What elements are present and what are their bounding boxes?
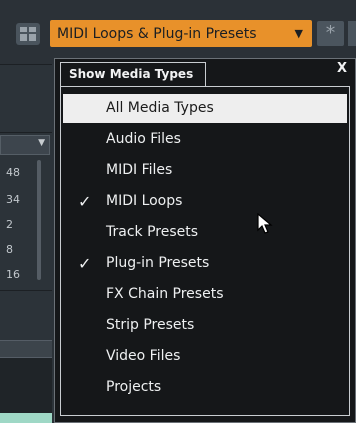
menu-item-video-files[interactable]: Video Files	[63, 342, 347, 371]
divider	[0, 132, 52, 133]
menu-item-label: MIDI Loops	[106, 193, 183, 209]
background-strip	[0, 413, 52, 423]
background-combo[interactable]: ▼	[0, 135, 50, 155]
media-types-dropdown[interactable]: MIDI Loops & Plug-in Presets ▼	[50, 20, 312, 47]
dropdown-arrow-icon: ▼	[294, 27, 303, 40]
menu-item-fx-chain-presets[interactable]: FX Chain Presets	[63, 280, 347, 309]
layout-grid-icon[interactable]	[16, 23, 40, 45]
menu-item-projects[interactable]: Projects	[63, 373, 347, 402]
background-value: 2	[6, 218, 13, 231]
close-icon[interactable]: X	[337, 61, 347, 76]
background-area	[0, 358, 52, 413]
menu-item-label: Track Presets	[106, 224, 199, 240]
background-value: 48	[6, 166, 20, 179]
background-scrollbar[interactable]	[37, 160, 41, 280]
background-toolbar	[0, 340, 52, 358]
background-value: 16	[6, 268, 20, 281]
checkmark-icon: ✓	[78, 192, 92, 211]
background-value: 8	[6, 243, 13, 256]
menu-item-label: Audio Files	[106, 131, 181, 147]
menu-item-midi-loops[interactable]: ✓ MIDI Loops	[63, 187, 347, 216]
media-types-dropdown-label: MIDI Loops & Plug-in Presets	[57, 25, 257, 42]
popup-header: Show Media Types X	[55, 59, 355, 86]
menu-item-plug-in-presets[interactable]: ✓ Plug-in Presets	[63, 249, 347, 278]
menu-item-label: FX Chain Presets	[106, 286, 224, 302]
popup-title: Show Media Types	[60, 62, 206, 86]
divider	[0, 64, 52, 65]
checkmark-icon: ✓	[78, 254, 92, 273]
menu-item-midi-files[interactable]: MIDI Files	[63, 156, 347, 185]
menu-item-label: Plug-in Presets	[106, 255, 210, 271]
media-types-list: All Media Types Audio Files MIDI Files ✓…	[60, 86, 350, 416]
menu-item-label: Strip Presets	[106, 317, 195, 333]
divider	[0, 290, 52, 291]
menu-item-label: Projects	[106, 379, 162, 395]
toolbar: MIDI Loops & Plug-in Presets ▼ *	[0, 0, 356, 64]
menu-item-track-presets[interactable]: Track Presets	[63, 218, 347, 247]
mouse-cursor-icon	[257, 213, 273, 234]
menu-item-label: MIDI Files	[106, 162, 173, 178]
menu-item-all-media-types[interactable]: All Media Types	[63, 94, 347, 123]
menu-item-label: All Media Types	[106, 100, 214, 116]
menu-item-audio-files[interactable]: Audio Files	[63, 125, 347, 154]
star-icon[interactable]: *	[317, 21, 344, 46]
menu-item-label: Video Files	[106, 348, 181, 364]
show-media-types-popup: Show Media Types X All Media Types Audio…	[54, 58, 356, 423]
partial-button[interactable]	[348, 21, 356, 46]
background-value: 34	[6, 193, 20, 206]
menu-item-strip-presets[interactable]: Strip Presets	[63, 311, 347, 340]
combo-arrow-icon: ▼	[38, 138, 45, 148]
